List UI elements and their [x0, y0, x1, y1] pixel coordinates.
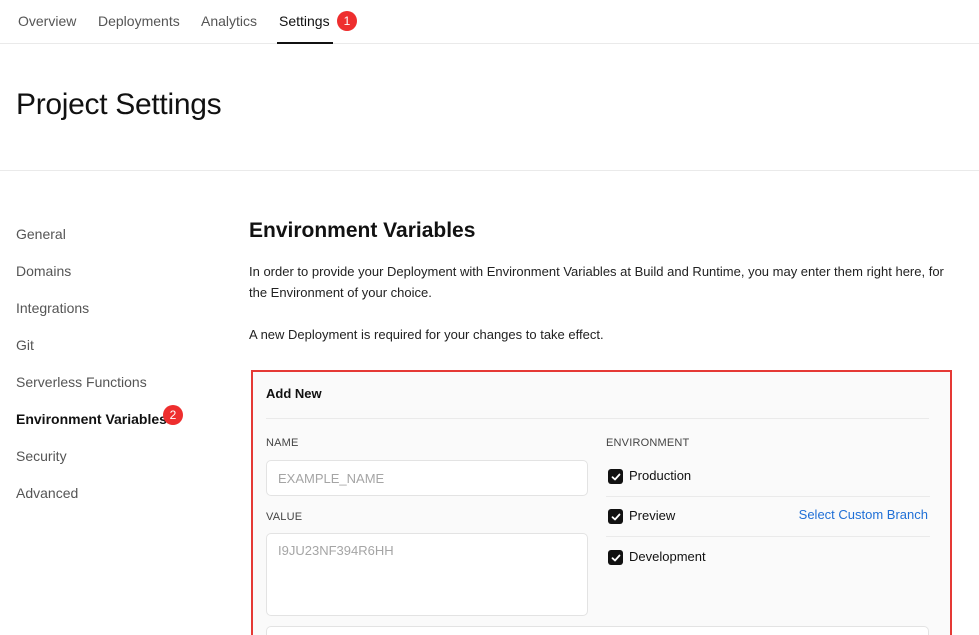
- production-label: Production: [629, 468, 692, 483]
- sidebar-env-badge: 2: [163, 405, 183, 425]
- tab-analytics[interactable]: Analytics: [201, 13, 257, 29]
- panel-title: Add New: [266, 386, 322, 401]
- section-description: In order to provide your Deployment with…: [249, 264, 944, 300]
- value-label: VALUE: [266, 511, 303, 523]
- checkmark-icon: [611, 554, 620, 561]
- header-divider: [0, 170, 979, 171]
- active-tab-indicator: [277, 42, 333, 44]
- sidebar-item-advanced[interactable]: Advanced: [16, 485, 78, 501]
- tab-settings[interactable]: Settings: [279, 13, 330, 29]
- checkmark-icon: [611, 473, 620, 480]
- select-custom-branch-link[interactable]: Select Custom Branch: [799, 507, 928, 522]
- env-row-production: Production: [606, 457, 930, 497]
- sidebar-item-environment-variables[interactable]: Environment Variables: [16, 411, 167, 427]
- tab-settings-badge: 1: [337, 11, 357, 31]
- name-input[interactable]: [266, 460, 588, 496]
- tab-overview[interactable]: Overview: [18, 13, 76, 29]
- sidebar-item-git[interactable]: Git: [16, 337, 34, 353]
- preview-checkbox[interactable]: [608, 509, 623, 524]
- preview-label: Preview: [629, 508, 676, 523]
- name-label: NAME: [266, 437, 299, 449]
- environment-label: ENVIRONMENT: [606, 437, 690, 449]
- sidebar-item-integrations[interactable]: Integrations: [16, 300, 89, 316]
- sidebar-item-domains[interactable]: Domains: [16, 263, 71, 279]
- value-input[interactable]: [266, 533, 588, 616]
- production-checkbox[interactable]: [608, 469, 623, 484]
- add-new-panel: Add New NAME VALUE ENVIRONMENT Productio…: [251, 370, 952, 635]
- sidebar-item-general[interactable]: General: [16, 226, 66, 242]
- development-label: Development: [629, 549, 706, 564]
- env-row-preview: Preview Select Custom Branch: [606, 497, 930, 537]
- top-nav: Overview Deployments Analytics Settings …: [0, 0, 979, 44]
- tab-deployments[interactable]: Deployments: [98, 13, 180, 29]
- section-note: A new Deployment is required for your ch…: [249, 327, 604, 342]
- sidebar-item-security[interactable]: Security: [16, 448, 67, 464]
- panel-divider: [266, 418, 929, 419]
- next-field-edge: [266, 626, 929, 635]
- sidebar-item-serverless-functions[interactable]: Serverless Functions: [16, 374, 147, 390]
- env-row-development: Development: [606, 538, 930, 578]
- page-title: Project Settings: [16, 88, 222, 121]
- development-checkbox[interactable]: [608, 550, 623, 565]
- checkmark-icon: [611, 513, 620, 520]
- section-title: Environment Variables: [249, 219, 476, 242]
